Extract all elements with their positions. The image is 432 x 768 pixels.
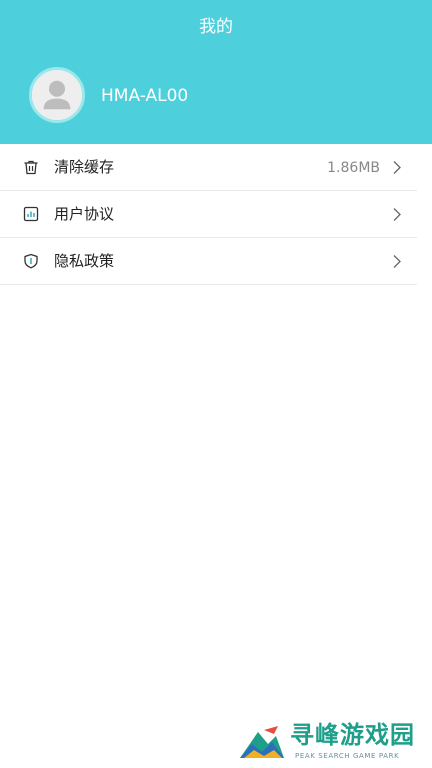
watermark-title: 寻峰游戏园 xyxy=(290,721,415,749)
mountain-logo-icon xyxy=(238,722,286,762)
watermark-subtitle: PEAK SEARCH GAME PARK xyxy=(295,752,400,760)
page-title: 我的 xyxy=(199,17,233,37)
profile-page: 我的 HMA-AL00 清除缓存 1.86MB 用户协议 隐私政策 寻峰游戏园 … xyxy=(0,0,432,768)
menu-item-user-agreement[interactable]: 用户协议 xyxy=(0,191,432,238)
menu-item-clear-cache[interactable]: 清除缓存 1.86MB xyxy=(0,144,432,191)
avatar[interactable] xyxy=(29,67,85,123)
user-silhouette-icon xyxy=(32,70,82,120)
chevron-right-icon xyxy=(392,207,402,222)
document-chart-icon xyxy=(23,206,39,222)
username[interactable]: HMA-AL00 xyxy=(101,85,188,107)
menu-item-label: 用户协议 xyxy=(54,205,115,223)
cache-size-value: 1.86MB xyxy=(327,160,380,176)
menu-item-label: 隐私政策 xyxy=(54,252,115,270)
profile-header: 我的 HMA-AL00 xyxy=(0,0,432,144)
menu-item-privacy-policy[interactable]: 隐私政策 xyxy=(0,238,432,285)
chevron-right-icon xyxy=(392,254,402,269)
settings-menu: 清除缓存 1.86MB 用户协议 隐私政策 xyxy=(0,144,432,285)
menu-item-label: 清除缓存 xyxy=(54,158,115,176)
trash-icon xyxy=(23,159,39,175)
shield-icon xyxy=(23,253,39,269)
site-watermark: 寻峰游戏园 PEAK SEARCH GAME PARK xyxy=(238,718,432,768)
chevron-right-icon xyxy=(392,160,402,175)
